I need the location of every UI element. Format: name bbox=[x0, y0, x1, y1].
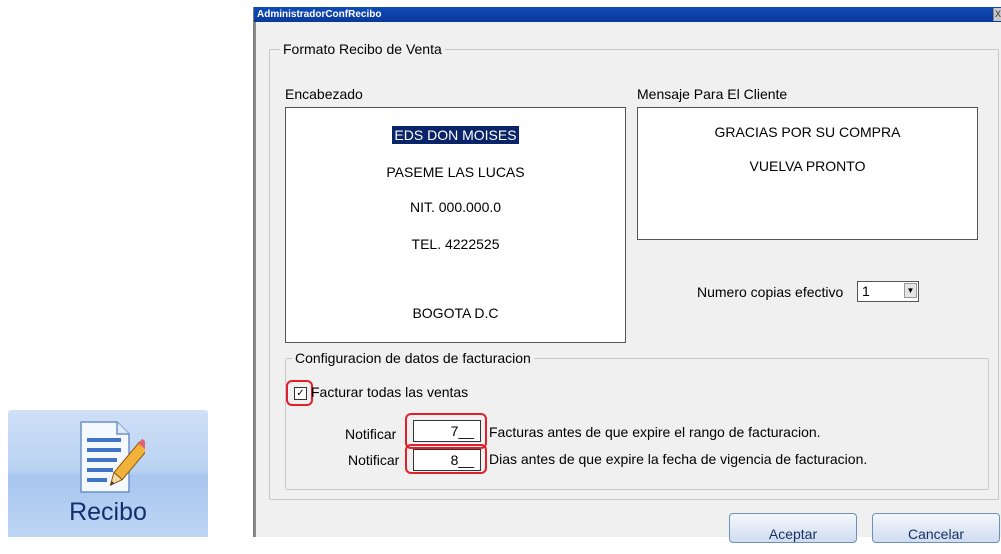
notify-label: Notificar bbox=[348, 452, 400, 468]
invoices-value: 7__ bbox=[450, 423, 474, 439]
copies-label: Numero copias efectivo bbox=[697, 284, 844, 300]
recibo-label: Recibo bbox=[69, 498, 147, 526]
copies-select[interactable]: 1 ▼ bbox=[857, 281, 919, 302]
message-label: Mensaje Para El Cliente bbox=[637, 86, 788, 102]
days-text: Dias antes de que expire la fecha de vig… bbox=[489, 451, 868, 467]
header-line: NIT. 000.000.0 bbox=[409, 199, 502, 215]
invoices-text: Facturas antes de que expire el rango de… bbox=[489, 424, 821, 440]
message-textarea[interactable]: GRACIAS POR SU COMPRA VUELVA PRONTO bbox=[637, 107, 978, 240]
header-label: Encabezado bbox=[285, 86, 363, 102]
header-line: BOGOTA D.C bbox=[412, 305, 499, 321]
days-input[interactable]: 8__ bbox=[413, 449, 481, 471]
document-pencil-icon bbox=[80, 421, 145, 493]
days-value: 8__ bbox=[450, 452, 474, 468]
bill-all-checkbox[interactable]: ✓ bbox=[294, 387, 307, 400]
close-button[interactable]: X bbox=[993, 8, 1001, 21]
chevron-down-icon[interactable]: ▼ bbox=[904, 283, 917, 298]
message-line: VUELVA PRONTO bbox=[749, 158, 866, 174]
recibo-tile[interactable]: Recibo bbox=[8, 410, 208, 537]
header-line: TEL. 4222525 bbox=[411, 236, 500, 252]
copies-value: 1 bbox=[862, 283, 870, 299]
window-title: AdministradorConfRecibo bbox=[254, 7, 1001, 22]
billing-group-legend: Configuracion de datos de facturacion bbox=[292, 350, 534, 366]
format-group-legend: Formato Recibo de Venta bbox=[280, 41, 445, 57]
bill-all-label: Facturar todas las ventas bbox=[311, 384, 469, 400]
header-textarea[interactable]: EDS DON MOISES PASEME LAS LUCAS NIT. 000… bbox=[285, 107, 626, 343]
message-line: GRACIAS POR SU COMPRA bbox=[714, 124, 901, 140]
header-line: EDS DON MOISES bbox=[286, 126, 625, 144]
cancel-button[interactable]: Cancelar bbox=[872, 513, 1000, 543]
header-line: PASEME LAS LUCAS bbox=[386, 164, 525, 180]
window-border bbox=[254, 22, 256, 537]
invoices-input[interactable]: 7__ bbox=[413, 420, 481, 442]
notify-label: Notificar bbox=[345, 426, 397, 442]
accept-button[interactable]: Aceptar bbox=[729, 513, 857, 543]
header-line-selected: EDS DON MOISES bbox=[392, 126, 519, 144]
